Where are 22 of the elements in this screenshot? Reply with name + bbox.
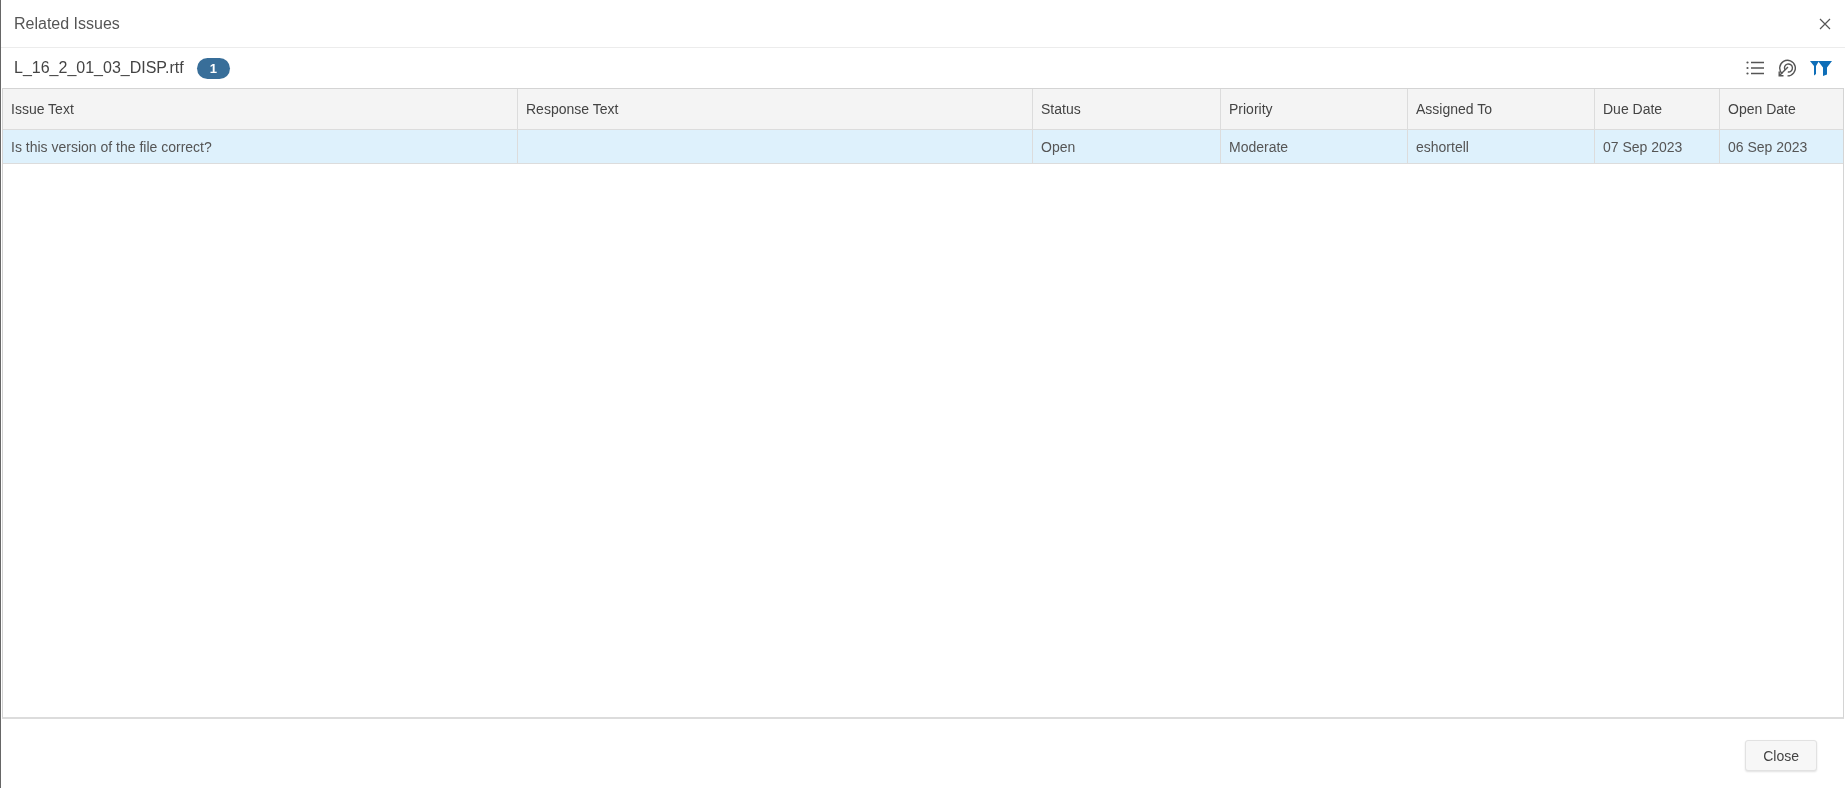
table-cell: Moderate [1229,138,1289,155]
column-header[interactable]: Response Text [517,89,1032,129]
table-cell: 07 Sep 2023 [1603,138,1683,155]
table-cell: eshortell [1416,138,1469,155]
table-cell: 06 Sep 2023 [1728,138,1808,155]
column-header[interactable]: Due Date [1594,89,1719,129]
count-badge: 1 [196,57,230,79]
file-name: L_16_2_01_03_DISP.rtf [14,59,184,77]
column-header[interactable]: Issue Text [3,89,517,129]
table-cell: Is this version of the file correct? [11,138,212,155]
column-header[interactable]: Assigned To [1407,89,1594,129]
filter-icon[interactable] [1810,60,1832,76]
column-header[interactable]: Status [1032,89,1220,129]
target-icon[interactable] [1778,59,1796,77]
close-button[interactable]: Close [1745,740,1817,771]
close-icon[interactable] [1819,17,1831,30]
table-row[interactable]: Is this version of the file correct? Open Moderate eshortell 07 Sep 2023 06 Sep 2023 [3,130,1843,164]
window-title: Related Issues [14,14,120,33]
table-cell: Open [1041,138,1076,155]
column-header[interactable]: Priority [1220,89,1407,129]
list-icon[interactable] [1746,61,1764,75]
column-header[interactable]: Open Date [1719,89,1842,129]
